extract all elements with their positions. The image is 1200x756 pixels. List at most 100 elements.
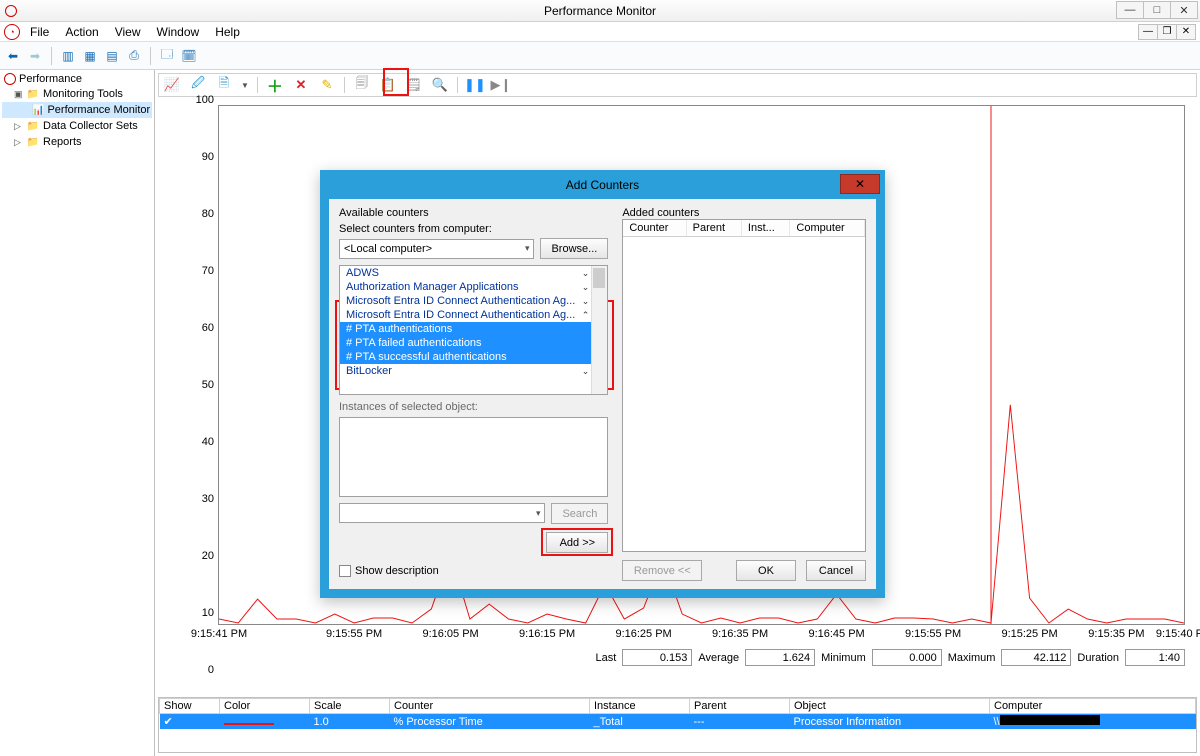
legend-h-object[interactable]: Object	[790, 699, 990, 714]
dialog-titlebar[interactable]: Add Counters ✕	[321, 171, 884, 199]
added-h-inst[interactable]: Inst...	[741, 220, 790, 237]
add-counter-icon[interactable]: ＋	[266, 76, 284, 94]
ok-button[interactable]: OK	[736, 560, 796, 581]
legend-parent: ---	[690, 714, 790, 730]
x-tick: 9:15:25 PM	[1001, 628, 1057, 640]
available-counters-label: Available counters	[339, 207, 608, 219]
menu-view[interactable]: View	[107, 23, 149, 41]
browse-button[interactable]: Browse...	[540, 238, 608, 259]
forward-icon[interactable]: ➡	[26, 47, 44, 65]
highlight-icon[interactable]: ✎	[318, 76, 336, 94]
counter-adws[interactable]: ADWS⌄	[340, 266, 607, 280]
stat-avg-value: 1.624	[745, 649, 815, 666]
copy-icon[interactable]: 🗐	[353, 76, 371, 94]
delete-counter-icon[interactable]: ✕	[292, 76, 310, 94]
properties-chart-icon[interactable]: 🗒	[405, 76, 423, 94]
freeze-icon[interactable]: ❚❚	[466, 76, 484, 94]
y-tick: 30	[174, 493, 214, 505]
stat-max-value: 42.112	[1001, 649, 1071, 666]
legend-scale: 1.0	[310, 714, 390, 730]
refresh-icon[interactable]: 🗓	[180, 47, 198, 65]
counter-pta-success[interactable]: # PTA successful authentications	[340, 350, 607, 364]
stat-avg-label: Average	[698, 652, 739, 664]
legend-h-instance[interactable]: Instance	[590, 699, 690, 714]
added-h-parent[interactable]: Parent	[686, 220, 741, 237]
legend-header-row: Show Color Scale Counter Instance Parent…	[160, 699, 1196, 714]
legend-h-parent[interactable]: Parent	[690, 699, 790, 714]
dialog-close-button[interactable]: ✕	[840, 174, 880, 194]
chart-toolbar: 📈 🖉 🗎 ▼ ＋ ✕ ✎ 🗐 📋 🗒 🔍 ❚❚ ▶❙	[158, 73, 1197, 97]
counter-bitlocker[interactable]: BitLocker⌄	[340, 364, 607, 378]
zoom-icon[interactable]: 🔍	[431, 76, 449, 94]
menu-window[interactable]: Window	[149, 23, 208, 41]
menu-help[interactable]: Help	[207, 23, 248, 41]
print-icon[interactable]: ⎙	[125, 47, 143, 65]
counter-tree-scrollbar[interactable]	[591, 266, 607, 394]
tile-icon[interactable]: ▤	[103, 47, 121, 65]
x-tick: 9:16:15 PM	[519, 628, 575, 640]
counter-pta-failed[interactable]: # PTA failed authentications	[340, 336, 607, 350]
menu-file[interactable]: File	[22, 23, 57, 41]
legend-object: Processor Information	[790, 714, 990, 730]
menu-action[interactable]: Action	[57, 23, 106, 41]
menu-bar: ◔ File Action View Window Help — ❐ ✕	[0, 22, 1200, 42]
cancel-button[interactable]: Cancel	[806, 560, 866, 581]
added-counters-table[interactable]: Counter Parent Inst... Computer	[622, 219, 866, 552]
legend-table: Show Color Scale Counter Instance Parent…	[158, 697, 1197, 753]
mdi-close[interactable]: ✕	[1176, 24, 1196, 40]
maximize-button[interactable]: □	[1143, 1, 1171, 19]
counter-pta-auth[interactable]: # PTA authentications	[340, 322, 607, 336]
show-description-checkbox[interactable]: Show description	[339, 565, 439, 577]
update-icon[interactable]: ▶❙	[492, 76, 510, 94]
new-window-icon[interactable]: ▦	[81, 47, 99, 65]
back-icon[interactable]: ⬅	[4, 47, 22, 65]
show-hide-tree-icon[interactable]: ▥	[59, 47, 77, 65]
legend-h-counter[interactable]: Counter	[390, 699, 590, 714]
stat-min-label: Minimum	[821, 652, 866, 664]
counter-entra-1[interactable]: Microsoft Entra ID Connect Authenticatio…	[340, 294, 607, 308]
y-tick: 70	[174, 265, 214, 277]
add-button[interactable]: Add >>	[546, 532, 608, 553]
legend-h-scale[interactable]: Scale	[310, 699, 390, 714]
computer-combo[interactable]: <Local computer>	[339, 239, 534, 259]
y-tick: 90	[174, 151, 214, 163]
nav-tree: Performance ▣📁Monitoring Tools 📊Performa…	[0, 70, 155, 756]
window-titlebar: Performance Monitor — □ ✕	[0, 0, 1200, 22]
counter-authz[interactable]: Authorization Manager Applications⌄	[340, 280, 607, 294]
x-tick: 9:16:45 PM	[808, 628, 864, 640]
search-combo[interactable]	[339, 503, 545, 523]
legend-h-color[interactable]: Color	[220, 699, 310, 714]
search-button[interactable]: Search	[551, 503, 608, 524]
added-h-counter[interactable]: Counter	[623, 220, 686, 237]
legend-row[interactable]: ✔ 1.0 % Processor Time _Total --- Proces…	[160, 714, 1196, 730]
x-tick: 9:15:41 PM	[191, 628, 247, 640]
minimize-button[interactable]: —	[1116, 1, 1144, 19]
legend-h-show[interactable]: Show	[160, 699, 220, 714]
mdi-restore[interactable]: ❐	[1157, 24, 1177, 40]
stat-max-label: Maximum	[948, 652, 996, 664]
y-tick: 80	[174, 208, 214, 220]
counter-tree[interactable]: ADWS⌄ Authorization Manager Applications…	[339, 265, 608, 395]
tree-performance-monitor[interactable]: 📊Performance Monitor	[2, 102, 152, 118]
view-report-icon[interactable]: 🗎	[215, 76, 233, 94]
legend-show-check[interactable]: ✔	[160, 714, 220, 730]
added-h-computer[interactable]: Computer	[790, 220, 865, 237]
close-button[interactable]: ✕	[1170, 1, 1198, 19]
properties-icon[interactable]: 🗔	[158, 47, 176, 65]
stat-dur-label: Duration	[1077, 652, 1119, 664]
mdi-minimize[interactable]: —	[1138, 24, 1158, 40]
tree-data-collector-sets[interactable]: ▷📁Data Collector Sets	[2, 118, 152, 134]
view-graph-icon[interactable]: 📈	[163, 76, 181, 94]
legend-h-computer[interactable]: Computer	[990, 699, 1196, 714]
tree-monitoring-tools[interactable]: ▣📁Monitoring Tools	[2, 86, 152, 102]
paste-icon[interactable]: 📋	[379, 76, 397, 94]
counter-entra-2[interactable]: Microsoft Entra ID Connect Authenticatio…	[340, 308, 607, 322]
tree-reports[interactable]: ▷📁Reports	[2, 134, 152, 150]
window-title: Performance Monitor	[0, 4, 1200, 18]
dialog-title: Add Counters	[566, 178, 639, 192]
view-histogram-icon[interactable]: 🖉	[189, 76, 207, 94]
select-from-label: Select counters from computer:	[339, 223, 608, 235]
instances-listbox[interactable]	[339, 417, 608, 497]
legend-instance: _Total	[590, 714, 690, 730]
tree-performance[interactable]: Performance	[2, 72, 152, 86]
